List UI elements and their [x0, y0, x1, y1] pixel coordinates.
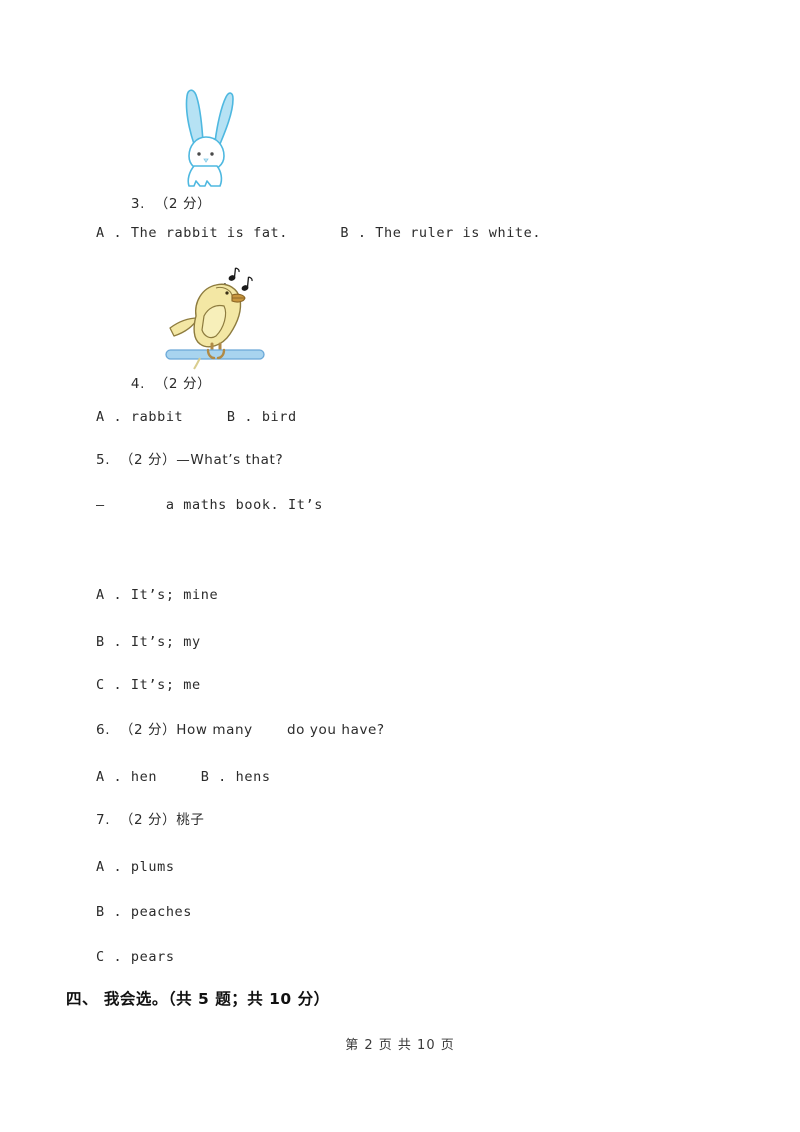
- question-5-option-b: B . It’s; my: [96, 634, 201, 650]
- question-5-option-c: C . It’s; me: [96, 677, 201, 693]
- rabbit-image: [172, 82, 240, 190]
- question-6-header: 6. （2 分）How many do you have?: [96, 722, 385, 738]
- question-7-option-c: C . pears: [96, 949, 175, 965]
- question-5-option-a: A . It’s; mine: [96, 587, 219, 603]
- bird-image: [160, 258, 270, 370]
- question-7-header: 7. （2 分）桃子: [96, 812, 205, 828]
- question-3-options: A . The rabbit is fat. B . The ruler is …: [96, 225, 542, 241]
- question-6-options: A . hen B . hens: [96, 769, 271, 785]
- question-4-number-points: 4. （2 分）: [130, 376, 212, 393]
- question-5-header: 5. （2 分）—What’s that?: [96, 452, 284, 468]
- question-7-option-a: A . plums: [96, 859, 175, 875]
- question-5-stem-line2: — a maths book. It’s: [96, 497, 323, 513]
- section-heading: 四、 我会选。（共 5 题；共 10 分）: [66, 990, 330, 1008]
- worksheet-page: 3. （2 分） A . The rabbit is fat. B . The …: [0, 0, 800, 1132]
- question-4-options: A . rabbit B . bird: [96, 409, 297, 425]
- question-3-number-points: 3. （2 分）: [130, 196, 212, 213]
- question-4-header: 4. （2 分）: [96, 360, 211, 409]
- question-3-header: 3. （2 分）: [96, 180, 211, 229]
- page-footer: 第 2 页 共 10 页: [345, 1038, 455, 1053]
- question-7-option-b: B . peaches: [96, 904, 193, 920]
